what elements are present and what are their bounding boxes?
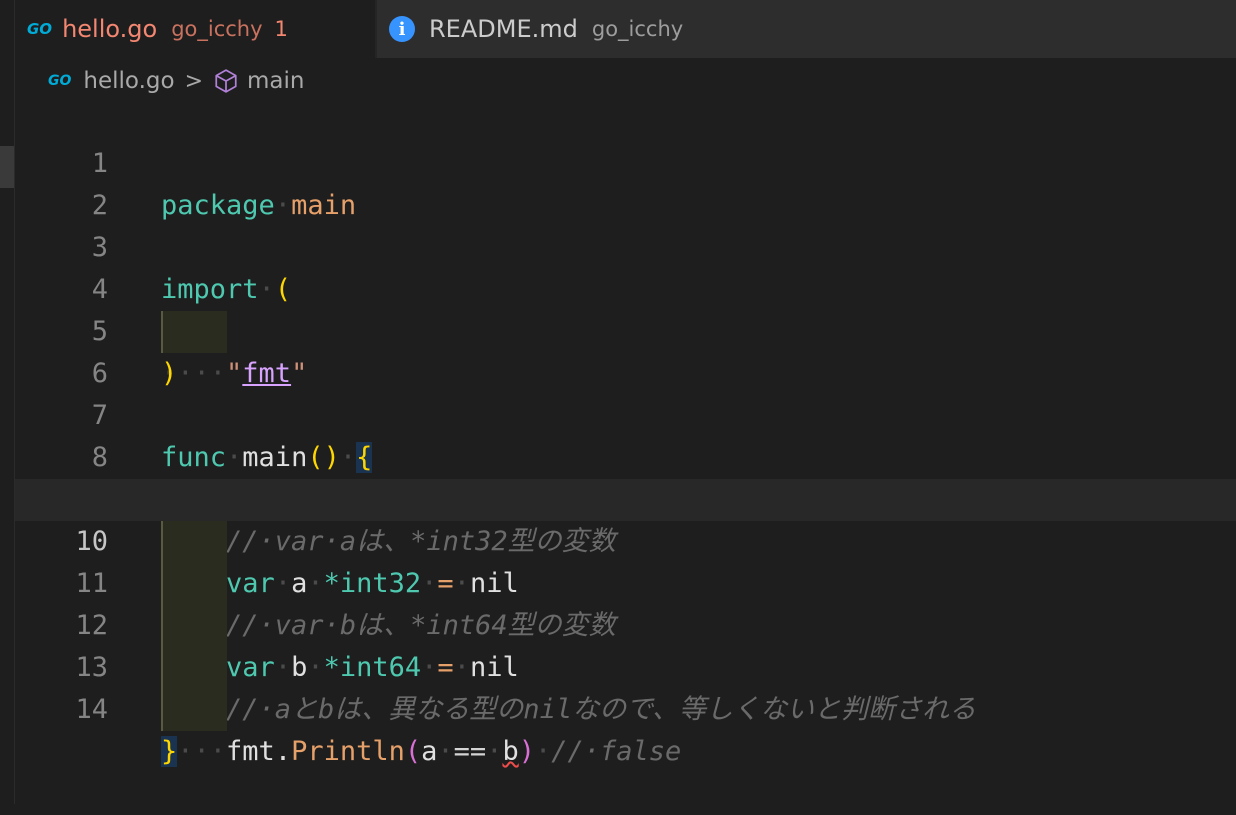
- code-line: 7 func·main()·{: [15, 353, 1236, 473]
- info-icon: i: [389, 16, 415, 42]
- code-line: 4 ····"fmt": [15, 227, 1236, 389]
- code-line: 3 import·(: [15, 185, 1236, 305]
- tab-bar: GO hello.go go_icchy 1 i README.md go_ic…: [15, 0, 1236, 58]
- code-line: 5 ): [15, 269, 1236, 389]
- code-line: 13 ····fmt.Println(a·==·b)·//·false: [15, 605, 1236, 767]
- error-squiggle: b: [502, 736, 519, 767]
- tab-folder: go_icchy: [171, 17, 263, 41]
- activity-strip: [0, 0, 15, 804]
- tab-label: hello.go: [62, 15, 158, 43]
- scroll-marker: [0, 146, 14, 188]
- code-line: 6: [15, 311, 1236, 389]
- code-line-current: 10 ····//·var·bは、*int64型の変数: [15, 479, 1236, 641]
- code-line: 8 ····//·var·aは、*int32型の変数: [15, 395, 1236, 557]
- cube-icon: [215, 69, 237, 93]
- tab-label: README.md: [429, 15, 578, 43]
- tab-folder: go_icchy: [591, 17, 684, 41]
- breadcrumb-symbol[interactable]: main: [247, 68, 304, 94]
- code-line: 1 package·main: [15, 101, 1236, 221]
- code-line: 12 ····//·aとbは、異なる型のnilなので、等しくないと判断される: [15, 563, 1236, 725]
- tab-hello-go[interactable]: GO hello.go go_icchy 1: [15, 0, 375, 58]
- code-line: 14 }: [15, 647, 1236, 767]
- go-file-icon: GO: [27, 20, 53, 38]
- code-line: 9 ····var·a·*int32·=·nil: [15, 437, 1236, 599]
- indent-guide: [161, 689, 227, 731]
- go-file-icon: GO: [48, 73, 72, 89]
- code-editor[interactable]: 1 package·main 2 3 import·( 4 ····"fmt" …: [15, 101, 1236, 804]
- comment: //·aとbは、異なる型のnilなので、等しくないと判断される: [226, 694, 976, 725]
- breadcrumb-file[interactable]: hello.go: [83, 68, 174, 94]
- breadcrumb: GO hello.go > main: [48, 62, 304, 100]
- matching-brace: }: [161, 736, 178, 767]
- line-number: 14: [75, 694, 108, 725]
- comment: //·false: [551, 736, 682, 767]
- problem-count-badge: 1: [274, 17, 288, 41]
- chevron-right-icon: >: [184, 68, 204, 94]
- code-line: 11 ····var·b·*int64·=·nil: [15, 521, 1236, 683]
- code-line: 2: [15, 143, 1236, 221]
- tab-readme[interactable]: i README.md go_icchy: [377, 0, 1236, 58]
